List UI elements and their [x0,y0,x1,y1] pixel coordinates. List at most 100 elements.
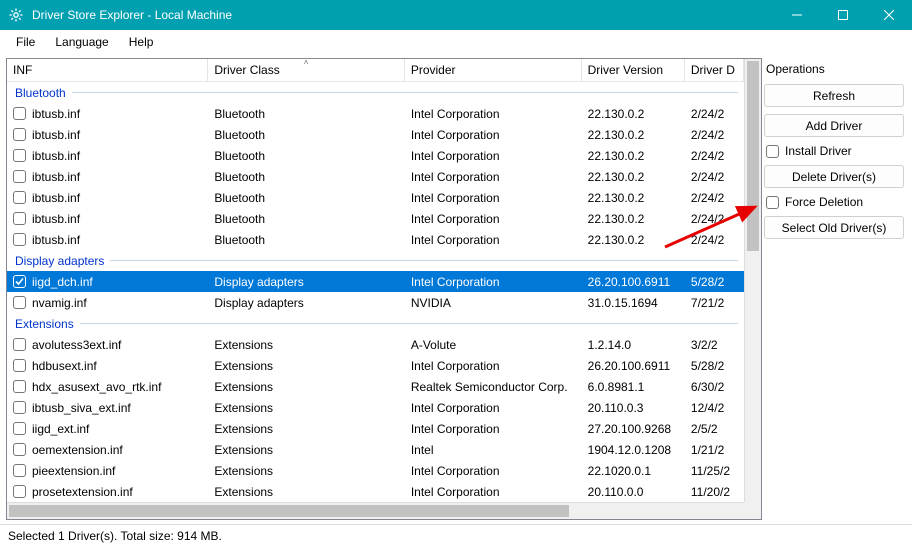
window-title: Driver Store Explorer - Local Machine [32,8,232,22]
horizontal-scrollbar[interactable] [7,502,744,519]
table-row[interactable]: ibtusb.inf BluetoothIntel Corporation22.1… [7,166,744,187]
menubar: File Language Help [0,30,912,54]
column-header-inf[interactable]: INF [7,59,208,81]
cell-prov: Intel Corporation [405,359,582,373]
table-row[interactable]: nvamig.infDisplay adaptersNVIDIA31.0.15.… [7,292,744,313]
table-row[interactable]: ibtusb.infBluetoothIntel Corporation22.1… [7,187,744,208]
cell-ver: 22.130.0.2 [582,191,685,205]
cell-date: 2/24/2 [685,107,744,121]
row-checkbox[interactable] [13,464,26,477]
cell-prov: Intel Corporation [405,401,582,415]
force-deletion-checkbox[interactable]: Force Deletion [766,195,904,209]
row-checkbox[interactable] [13,485,26,498]
column-header-ver[interactable]: Driver Version [582,59,685,81]
cell-date: 7/21/2 [685,296,744,310]
force-deletion-label: Force Deletion [785,195,863,209]
add-driver-button[interactable]: Add Driver [764,114,904,137]
menu-help[interactable]: Help [119,33,164,51]
inf-name: ibtusb.inf [32,170,80,184]
cell-ver: 20.110.0.3 [582,401,685,415]
row-checkbox[interactable] [13,275,26,288]
cell-date: 5/28/2 [685,275,744,289]
cell-class: Extensions [208,443,404,457]
cell-ver: 22.130.0.2 [582,128,685,142]
status-text: Selected 1 Driver(s). Total size: 914 MB… [8,529,222,543]
cell-prov: Intel Corporation [405,422,582,436]
cell-prov: Intel Corporation [405,170,582,184]
table-row[interactable]: ibtusb.infBluetoothIntel Corporation22.1… [7,208,744,229]
install-driver-checkbox[interactable]: Install Driver [766,144,904,158]
row-checkbox[interactable] [13,212,26,225]
group-header[interactable]: Extensions [7,313,744,334]
row-checkbox[interactable] [13,107,26,120]
cell-class: Extensions [208,401,404,415]
titlebar[interactable]: Driver Store Explorer - Local Machine [0,0,912,30]
row-checkbox[interactable] [13,401,26,414]
table-row[interactable]: prosetextension.infExtensionsIntel Corpo… [7,481,744,502]
column-header-prov[interactable]: Provider [405,59,582,81]
cell-ver: 27.20.100.9268 [582,422,685,436]
inf-name: hdx_asusext_avo_rtk.inf [32,380,161,394]
inf-name: iigd_dch.inf [32,275,93,289]
row-checkbox[interactable] [13,128,26,141]
cell-prov: A-Volute [405,338,582,352]
row-checkbox[interactable] [13,296,26,309]
inf-name: prosetextension.inf [32,485,133,499]
app-icon [8,7,24,23]
table-row[interactable]: ibtusb.infBluetoothIntel Corporation22.1… [7,229,744,250]
cell-class: Bluetooth [208,233,404,247]
menu-file[interactable]: File [6,33,45,51]
cell-ver: 22.130.0.2 [582,212,685,226]
cell-class: Bluetooth [208,128,404,142]
table-row[interactable]: hdbusext.infExtensionsIntel Corporation2… [7,355,744,376]
cell-class: Bluetooth [208,107,404,121]
cell-date: 2/24/2 [685,212,744,226]
table-row[interactable]: oemextension.infExtensionsIntel1904.12.0… [7,439,744,460]
cell-date: 11/20/2 [685,485,744,499]
vertical-scrollbar[interactable] [744,59,761,502]
cell-ver: 26.20.100.6911 [582,275,685,289]
row-checkbox[interactable] [13,191,26,204]
row-checkbox[interactable] [13,359,26,372]
row-checkbox[interactable] [13,422,26,435]
inf-name: avolutess3ext.inf [32,338,121,352]
refresh-button[interactable]: Refresh [764,84,904,107]
cell-class: Bluetooth [208,170,404,184]
table-row[interactable]: ibtusb_siva_ext.infExtensionsIntel Corpo… [7,397,744,418]
inf-name: hdbusext.inf [32,359,97,373]
cell-ver: 20.110.0.0 [582,485,685,499]
table-row[interactable]: iigd_dch.infDisplay adaptersIntel Corpor… [7,271,744,292]
table-row[interactable]: hdx_asusext_avo_rtk.infExtensionsRealtek… [7,376,744,397]
close-button[interactable] [866,0,912,30]
table-row[interactable]: ibtusb.infBluetoothIntel Corporation22.1… [7,124,744,145]
cell-date: 2/24/2 [685,149,744,163]
row-checkbox[interactable] [13,380,26,393]
table-row[interactable]: iigd_ext.infExtensionsIntel Corporation2… [7,418,744,439]
minimize-button[interactable] [774,0,820,30]
row-checkbox[interactable] [13,443,26,456]
column-header-class[interactable]: Driver Class˄ [208,59,404,81]
cell-date: 2/24/2 [685,191,744,205]
row-checkbox[interactable] [13,170,26,183]
table-row[interactable]: ibtusb.infBluetoothIntel Corporation22.1… [7,145,744,166]
cell-prov: Intel Corporation [405,128,582,142]
column-header-date[interactable]: Driver D [685,59,744,81]
row-checkbox[interactable] [13,233,26,246]
table-row[interactable]: ibtusb.infBluetoothIntel Corporation22.1… [7,103,744,124]
menu-language[interactable]: Language [45,33,118,51]
cell-ver: 26.20.100.6911 [582,359,685,373]
maximize-button[interactable] [820,0,866,30]
row-checkbox[interactable] [13,338,26,351]
group-header[interactable]: Bluetooth [7,82,744,103]
cell-prov: Intel Corporation [405,275,582,289]
operations-title: Operations [764,60,904,84]
delete-drivers-button[interactable]: Delete Driver(s) [764,165,904,188]
table-row[interactable]: pieextension.infExtensionsIntel Corporat… [7,460,744,481]
select-old-drivers-button[interactable]: Select Old Driver(s) [764,216,904,239]
table-row[interactable]: avolutess3ext.infExtensionsA-Volute1.2.1… [7,334,744,355]
cell-prov: Intel Corporation [405,107,582,121]
group-header[interactable]: Display adapters [7,250,744,271]
cell-ver: 22.130.0.2 [582,170,685,184]
row-checkbox[interactable] [13,149,26,162]
cell-prov: Intel Corporation [405,191,582,205]
